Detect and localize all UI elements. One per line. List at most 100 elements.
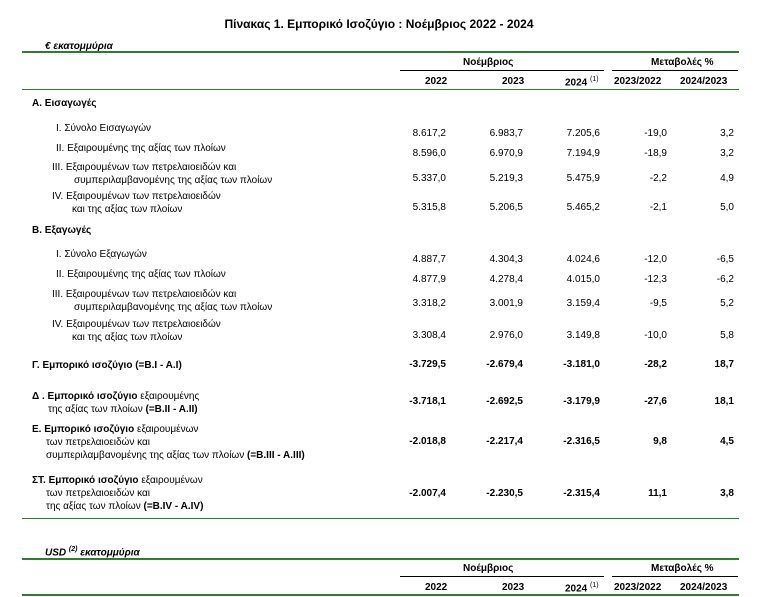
balance-value: -2.018,8 <box>409 436 446 447</box>
row-value: 5,0 <box>720 202 734 213</box>
header-changes-underline <box>612 70 738 71</box>
header-changes: Μεταβολές % <box>651 57 714 68</box>
row-label: II. Εξαιρουμένης της αξίας των πλοίων <box>56 143 226 154</box>
balance-value: -2.230,5 <box>486 488 523 499</box>
row-value: 3.308,4 <box>412 330 446 341</box>
row-value: -2,1 <box>649 202 667 213</box>
balance-label-line2-text: των πετρελαιοειδών και <box>46 488 150 499</box>
row-value: -9,5 <box>649 298 667 309</box>
usd-header-2022: 2022 <box>425 582 448 593</box>
balance-value: -3.181,0 <box>563 359 600 370</box>
row-value: 3,2 <box>720 128 734 139</box>
row-value: -19,0 <box>644 128 667 139</box>
row-value: 8.617,2 <box>412 128 446 139</box>
balance-label-line2: των πετρελαιοειδών και <box>46 487 150 500</box>
row-label: III. Εξαιρουμένων των πετρελαιοειδών και <box>52 162 237 173</box>
row-value: 4.304,3 <box>489 254 523 265</box>
section-exports: Β. Εξαγωγές <box>32 225 92 236</box>
row-label: III. Εξαιρουμένων των πετρελαιοειδών και <box>52 289 237 300</box>
row-value: 7.194,9 <box>566 148 600 159</box>
usd-header-changes: Μεταβολές % <box>651 563 714 574</box>
row-label-continued: συμπεριλαμβανομένης της αξίας των πλοίων <box>74 175 273 186</box>
balance-value: 11,1 <box>648 488 667 499</box>
balance-label-line2: της αξίας των πλοίων (=B.II - A.II) <box>48 403 198 416</box>
header-change-2024-2023: 2024/2023 <box>680 76 728 87</box>
usd-header-2023: 2023 <box>502 582 525 593</box>
header-2023: 2023 <box>502 76 525 87</box>
row-value: 8.596,0 <box>412 148 446 159</box>
balance-label-line3: συμπεριλαμβανομένης της αξίας των πλοίων… <box>46 449 305 462</box>
balance-label-bold: Γ. Εμπορικό ισοζύγιο (=B.I - A.I) <box>32 360 182 371</box>
balance-value: -28,2 <box>644 359 667 370</box>
row-value: -2,2 <box>649 173 667 184</box>
row-label: I. Σύνολο Εξαγωγών <box>56 249 147 260</box>
row-label-continued: και της αξίας των πλοίων <box>72 332 183 343</box>
row-value: 4.015,0 <box>566 274 600 285</box>
usd-header-change-2024-2023: 2024/2023 <box>680 582 728 593</box>
row-value: 4.877,9 <box>412 274 446 285</box>
balance-value: 9,8 <box>653 436 667 447</box>
row-value: 6.970,9 <box>489 148 523 159</box>
row-value: 3.149,8 <box>566 330 600 341</box>
row-label: I. Σύνολο Εισαγωγών <box>56 123 152 134</box>
row-label: IV. Εξαιρουμένων των πετρελαιοειδών <box>52 319 221 330</box>
row-value: 4.278,4 <box>489 274 523 285</box>
row-value: 6.983,7 <box>489 128 523 139</box>
row-value: 7.205,6 <box>566 128 600 139</box>
header-month-underline <box>400 70 604 71</box>
section-imports: Α. Εισαγωγές <box>32 98 97 109</box>
balance-label-line2: των πετρελαιοειδών και <box>46 436 150 449</box>
header-month: Νοέμβριος <box>463 57 514 68</box>
balance-label-line3: της αξίας των πλοίων (=B.IV - A.IV) <box>46 500 203 513</box>
row-value: 4,9 <box>720 173 734 184</box>
balance-label-bold: Ε. Εμπορικό ισοζύγιο <box>32 424 135 435</box>
balance-label-rest: εξαιρουμένων <box>134 424 199 435</box>
bottom-rule <box>22 518 739 519</box>
header-2022: 2022 <box>425 76 448 87</box>
balance-label-rest: εξαιρουμένων <box>138 475 203 486</box>
row-value: 5.337,0 <box>412 173 446 184</box>
row-value: 3.001,9 <box>489 298 523 309</box>
row-value: 5.206,5 <box>489 202 523 213</box>
balance-value: -2.692,5 <box>486 396 523 407</box>
row-value: -12,0 <box>644 254 667 265</box>
row-value: 4.887,7 <box>412 254 446 265</box>
balance-label: ΣΤ. Εμπορικό ισοζύγιο εξαιρουμένων <box>32 474 203 487</box>
balance-label-line2-text: των πετρελαιοειδών και <box>46 437 150 448</box>
usd-header-change-2023-2022: 2023/2022 <box>614 582 662 593</box>
row-value: 3.318,2 <box>412 298 446 309</box>
row-value: 3.159,4 <box>566 298 600 309</box>
row-label: II. Εξαιρουμένης της αξίας των πλοίων <box>56 269 226 280</box>
balance-value: -2.217,4 <box>486 436 523 447</box>
row-value: 3,2 <box>720 148 734 159</box>
balance-label-line3-text: συμπεριλαμβανομένης της αξίας των πλοίων <box>46 450 248 461</box>
usd-header-month-underline <box>400 576 604 577</box>
row-value: 5.465,2 <box>566 202 600 213</box>
header-change-2023-2022: 2023/2022 <box>614 76 662 87</box>
balance-label-line2-text: της αξίας των πλοίων <box>48 404 146 415</box>
balance-value: -2.315,4 <box>563 488 600 499</box>
unit-label-usd: USD (2) εκατομμύρια <box>45 546 140 559</box>
usd-top-rule <box>22 558 739 560</box>
balance-label: Γ. Εμπορικό ισοζύγιο (=B.I - A.I) <box>32 359 182 372</box>
balance-value: -2.316,5 <box>563 436 600 447</box>
table-title: Πίνακας 1. Εμπορικό Ισοζύγιο : Νοέμβριος… <box>224 17 534 31</box>
usd-header-month: Νοέμβριος <box>463 563 514 574</box>
row-value: 5.315,8 <box>412 202 446 213</box>
usd-header-2024: 2024 (1) <box>565 582 599 595</box>
balance-value: -27,6 <box>644 396 667 407</box>
row-value: 5.219,3 <box>489 173 523 184</box>
balance-value: -3.179,9 <box>563 396 600 407</box>
balance-value: -3.729,5 <box>409 359 446 370</box>
balance-label-bold: ΣΤ. Εμπορικό ισοζύγιο <box>32 475 139 486</box>
usd-header-rule <box>22 594 739 596</box>
balance-label-line3-text: της αξίας των πλοίων <box>46 501 144 512</box>
row-label: IV. Εξαιρουμένων των πετρελαιοειδών <box>52 191 221 202</box>
header-2024: 2024 (1) <box>565 76 599 89</box>
row-value: -18,9 <box>644 148 667 159</box>
balance-value: 4,5 <box>720 436 734 447</box>
balance-value: 18,7 <box>714 359 734 370</box>
row-value: 5,2 <box>720 298 734 309</box>
balance-label-rest: εξαιρουμένης <box>137 391 200 402</box>
balance-value: 18,1 <box>714 396 734 407</box>
